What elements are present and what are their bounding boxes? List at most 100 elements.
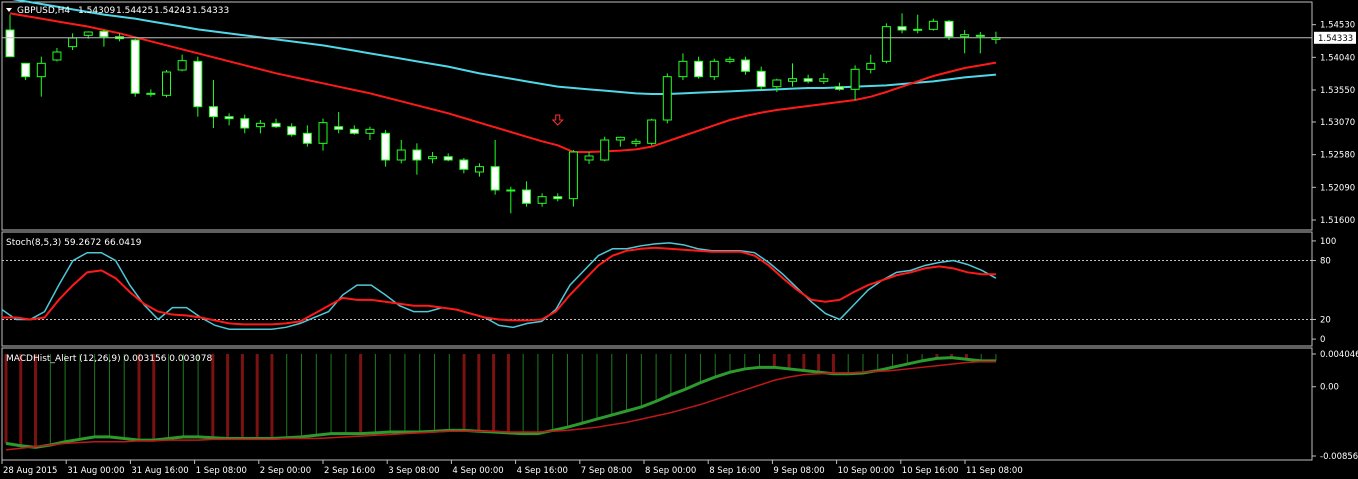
candlestick[interactable] <box>162 70 171 98</box>
candle-body-bearish <box>146 92 156 95</box>
candlestick[interactable] <box>459 158 469 174</box>
candlestick[interactable] <box>36 56 46 97</box>
candlestick[interactable] <box>255 120 265 134</box>
macd-histogram-bar <box>359 354 363 434</box>
time-tick-label: 2 Sep 00:00 <box>260 466 311 476</box>
candlestick[interactable] <box>193 56 203 117</box>
macd-histogram-bar <box>477 354 481 432</box>
candle-body-bullish <box>177 60 187 71</box>
candle-body-bullish <box>631 140 641 144</box>
candlestick[interactable] <box>866 54 876 74</box>
time-tick-label: 10 Sep 00:00 <box>838 466 895 476</box>
candlestick[interactable] <box>568 150 578 207</box>
candlestick[interactable] <box>521 181 531 207</box>
macd-tick-label: 0.004046 <box>1320 350 1358 360</box>
macd-histogram-bar <box>714 354 716 378</box>
macd-histogram-bar <box>552 354 554 431</box>
candlestick[interactable] <box>834 82 844 91</box>
candlestick[interactable] <box>5 14 15 58</box>
stochastic-tick-label: 80 <box>1320 257 1331 267</box>
price-panel[interactable]: 1.54530 1.54040 1.53550 1.53070 1.52580 1.520… <box>1 0 1356 231</box>
candlestick[interactable] <box>396 140 406 164</box>
chart-menu-icon[interactable] <box>6 8 12 12</box>
macd-histogram-bar <box>345 354 347 434</box>
ohlc-close: 1.54333 <box>192 6 229 16</box>
macd-histogram-bar <box>566 354 568 428</box>
candlestick[interactable] <box>271 118 281 128</box>
macd-histogram-bar <box>211 354 215 438</box>
candlestick[interactable] <box>928 18 938 31</box>
candlestick[interactable] <box>615 136 625 147</box>
candlestick[interactable] <box>287 123 297 137</box>
candlestick[interactable] <box>725 56 735 64</box>
macd-histogram-bar <box>729 354 731 373</box>
candlestick[interactable] <box>694 56 704 79</box>
stochastic-panel[interactable]: 100 80 20 0 Stoch(8,5,3) 59.2672 66.0419 <box>1 231 1336 347</box>
candlestick[interactable] <box>631 138 641 147</box>
candlestick[interactable] <box>412 143 422 175</box>
candlestick[interactable] <box>349 125 359 135</box>
candlestick[interactable] <box>756 66 766 90</box>
macd-panel[interactable]: 0.004046 0.00 -0.008562 MACDHist_Alert (12… <box>1 347 1358 462</box>
candlestick[interactable] <box>678 53 688 80</box>
candlestick[interactable] <box>130 38 140 97</box>
candlestick[interactable] <box>428 152 438 164</box>
candlestick[interactable] <box>21 62 31 80</box>
candlestick[interactable] <box>553 193 563 202</box>
candlestick[interactable] <box>897 13 907 34</box>
candle-body-bullish <box>52 51 62 61</box>
macd-histogram-bar <box>462 354 466 431</box>
candlestick[interactable] <box>584 152 594 164</box>
candlestick[interactable] <box>240 114 250 134</box>
candlestick[interactable] <box>506 186 516 214</box>
candlestick[interactable] <box>490 140 500 195</box>
candlestick[interactable] <box>146 89 156 97</box>
candlestick[interactable] <box>819 73 829 84</box>
candlestick[interactable] <box>537 193 547 207</box>
candlestick[interactable] <box>381 130 391 167</box>
candlestick[interactable] <box>741 56 751 75</box>
candle-body-bullish <box>928 20 938 30</box>
candlestick[interactable] <box>443 153 453 162</box>
candlestick[interactable] <box>68 33 78 50</box>
time-tick-label: 8 Sep 16:00 <box>709 466 760 476</box>
candlestick[interactable] <box>850 65 860 100</box>
candlestick[interactable] <box>99 30 109 47</box>
candle-body-bearish <box>412 149 422 161</box>
candlestick[interactable] <box>318 118 328 151</box>
candlestick[interactable] <box>788 63 797 87</box>
macd-histogram-bar <box>315 354 317 436</box>
macd-histogram-bar <box>94 354 96 437</box>
candle-body-bullish <box>568 151 578 200</box>
candlestick[interactable] <box>881 23 891 64</box>
time-tick-label: 8 Sep 00:00 <box>645 466 696 476</box>
candlestick[interactable] <box>224 113 234 126</box>
candlestick[interactable] <box>647 118 657 146</box>
candlestick[interactable] <box>52 48 62 62</box>
trading-chart[interactable]: 1.54530 1.54040 1.53550 1.53070 1.52580 1.520… <box>0 0 1358 479</box>
price-panel-frame <box>1 1 1313 231</box>
candle-body-bullish <box>678 60 688 78</box>
stochastic-panel-frame <box>1 231 1313 347</box>
candlestick[interactable] <box>913 14 923 34</box>
candlestick[interactable] <box>177 54 187 72</box>
candlestick[interactable] <box>334 112 344 134</box>
candlestick[interactable] <box>803 74 813 84</box>
candlestick[interactable] <box>600 136 610 162</box>
candlestick[interactable] <box>709 58 719 80</box>
candle-body-bearish <box>944 20 954 38</box>
candlestick[interactable] <box>944 20 954 40</box>
candle-body-bearish <box>490 166 500 191</box>
candlestick[interactable] <box>662 73 672 124</box>
candlestick[interactable] <box>475 163 484 177</box>
candle-body-bearish <box>897 26 907 31</box>
candlestick[interactable] <box>208 80 218 128</box>
stochastic-tick-label: 0 <box>1320 335 1325 345</box>
candlestick[interactable] <box>302 125 312 147</box>
macd-histogram-bar <box>374 354 376 433</box>
candlestick[interactable] <box>960 30 970 54</box>
candlestick[interactable] <box>975 32 985 54</box>
candlestick[interactable] <box>365 126 375 140</box>
price-tick-label: 1.53550 <box>1320 86 1355 96</box>
candle-body-bearish <box>553 196 563 200</box>
